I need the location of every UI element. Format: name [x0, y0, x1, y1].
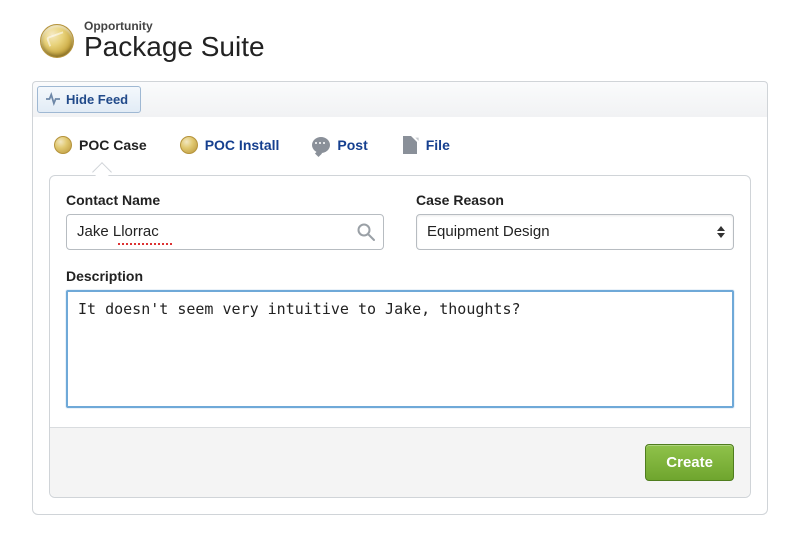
description-label: Description: [66, 268, 734, 284]
coin-icon: [53, 135, 73, 155]
chat-bubble-icon: [311, 135, 331, 155]
publisher-area: POC Case POC Install Post File: [32, 117, 768, 515]
publisher-tabs: POC Case POC Install Post File: [33, 117, 767, 165]
case-reason-select-wrap: Equipment Design: [416, 214, 734, 250]
description-textarea[interactable]: [66, 290, 734, 408]
contact-name-lookup: [66, 214, 384, 250]
contact-name-input[interactable]: [66, 214, 384, 250]
tab-label: POC Install: [205, 137, 280, 153]
record-header-text: Opportunity Package Suite: [84, 20, 265, 63]
coin-icon: [179, 135, 199, 155]
tab-file[interactable]: File: [396, 129, 454, 165]
panel-footer: Create: [50, 427, 750, 497]
tab-label: File: [426, 137, 450, 153]
hide-feed-label: Hide Feed: [66, 92, 128, 107]
hide-feed-button[interactable]: Hide Feed: [37, 86, 141, 113]
publisher-panel: Contact Name Case Reason Equipment Desig…: [49, 175, 751, 498]
tab-label: Post: [337, 137, 367, 153]
pulse-icon: [46, 92, 60, 106]
tab-label: POC Case: [79, 137, 147, 153]
feed-bar: Hide Feed: [32, 81, 768, 117]
file-icon: [400, 135, 420, 155]
case-reason-label: Case Reason: [416, 192, 734, 208]
opportunity-icon: [40, 24, 74, 58]
case-reason-select[interactable]: Equipment Design: [416, 214, 734, 250]
record-header: Opportunity Package Suite: [0, 0, 800, 71]
tab-poc-case[interactable]: POC Case: [49, 129, 151, 165]
tab-pointer-row: [49, 165, 751, 175]
contact-name-label: Contact Name: [66, 192, 384, 208]
tab-poc-install[interactable]: POC Install: [175, 129, 284, 165]
tab-post[interactable]: Post: [307, 129, 371, 165]
create-button[interactable]: Create: [645, 444, 734, 481]
search-icon[interactable]: [356, 222, 376, 242]
record-title: Package Suite: [84, 32, 265, 63]
